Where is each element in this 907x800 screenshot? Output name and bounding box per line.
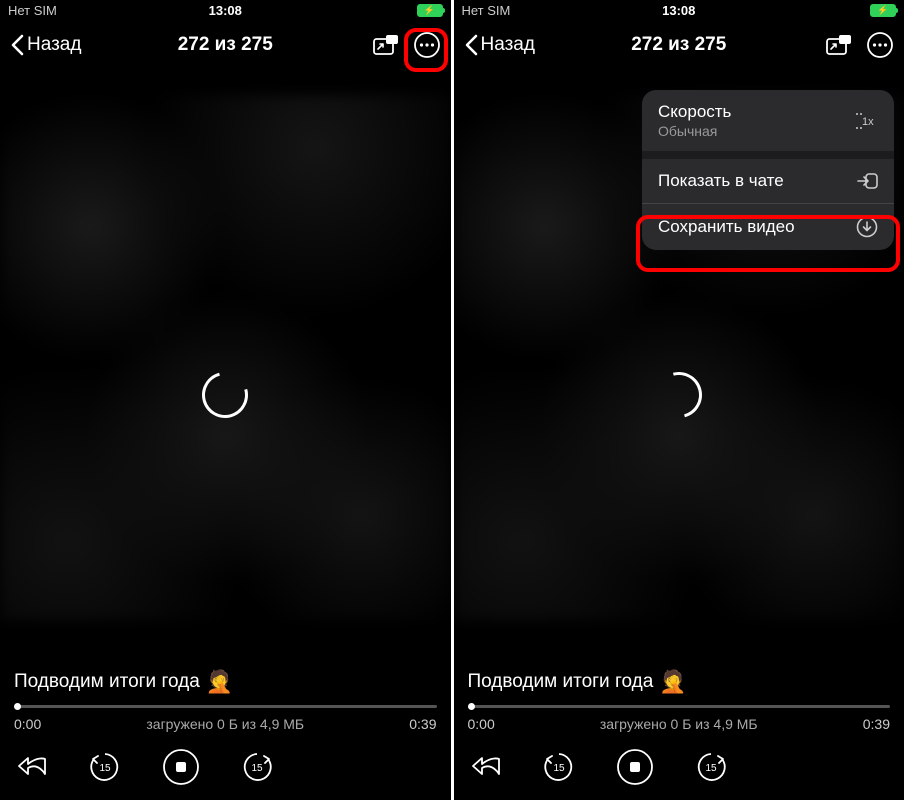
svg-text:15: 15 xyxy=(553,763,565,774)
bottom-bar: Подводим итоги года 🤦 0:00 загружено 0 Б… xyxy=(0,669,451,800)
menu-show-in-chat[interactable]: Показать в чате xyxy=(642,159,894,203)
menu-show-in-chat-label: Показать в чате xyxy=(658,171,784,191)
status-bar: Нет SIM 13:08 ⚡ xyxy=(0,0,451,20)
skip-forward-15-button[interactable]: 15 xyxy=(694,750,728,784)
page-title: 272 из 275 xyxy=(631,34,726,56)
loading-status: загружено 0 Б из 4,9 МБ xyxy=(600,716,758,732)
svg-text:15: 15 xyxy=(705,763,717,774)
share-button[interactable] xyxy=(472,754,502,780)
pip-button[interactable] xyxy=(373,34,399,56)
more-button[interactable] xyxy=(413,31,441,59)
more-button[interactable] xyxy=(866,31,894,59)
stop-button[interactable] xyxy=(616,748,654,786)
video-area[interactable] xyxy=(0,95,451,620)
svg-text:1x: 1x xyxy=(862,116,874,128)
back-button[interactable]: Назад xyxy=(10,34,81,56)
back-label: Назад xyxy=(481,34,535,56)
playback-controls: 15 15 xyxy=(14,748,437,786)
menu-speed-value: Обычная xyxy=(658,123,731,139)
nav-bar: Назад 272 из 275 xyxy=(0,20,451,70)
caption-text: Подводим итоги года xyxy=(468,671,654,693)
menu-speed-label: Скорость xyxy=(658,102,731,122)
time-total: 0:39 xyxy=(409,716,436,732)
svg-text:15: 15 xyxy=(99,763,111,774)
menu-speed[interactable]: Скорость Обычная 1x xyxy=(642,90,894,151)
seek-bar[interactable] xyxy=(14,705,437,708)
clock: 13:08 xyxy=(209,3,242,18)
video-caption: Подводим итоги года 🤦 xyxy=(468,669,891,695)
screen-right: Нет SIM 13:08 ⚡ Назад 272 из 275 Скорост xyxy=(454,0,907,800)
battery-charging-icon: ⚡ xyxy=(417,4,443,17)
share-button[interactable] xyxy=(18,754,48,780)
chevron-left-icon xyxy=(464,34,479,56)
chevron-left-icon xyxy=(10,34,25,56)
seek-bar[interactable] xyxy=(468,705,891,708)
back-button[interactable]: Назад xyxy=(464,34,535,56)
facepalm-emoji-icon: 🤦 xyxy=(659,669,686,695)
download-icon xyxy=(856,216,878,238)
time-current: 0:00 xyxy=(14,716,41,732)
status-bar: Нет SIM 13:08 ⚡ xyxy=(454,0,905,20)
skip-back-15-button[interactable]: 15 xyxy=(88,750,122,784)
screen-left: Нет SIM 13:08 ⚡ Назад 272 из 275 Подводи… xyxy=(0,0,454,800)
time-current: 0:00 xyxy=(468,716,495,732)
time-total: 0:39 xyxy=(863,716,890,732)
clock: 13:08 xyxy=(662,3,695,18)
facepalm-emoji-icon: 🤦 xyxy=(206,669,233,695)
battery-indicator: ⚡ xyxy=(417,4,443,17)
skip-back-15-button[interactable]: 15 xyxy=(542,750,576,784)
speed-1x-icon: 1x xyxy=(854,111,878,131)
loading-status: загружено 0 Б из 4,9 МБ xyxy=(146,716,304,732)
video-caption: Подводим итоги года 🤦 xyxy=(14,669,437,695)
battery-charging-icon: ⚡ xyxy=(870,4,896,17)
battery-indicator: ⚡ xyxy=(870,4,896,17)
seek-thumb[interactable] xyxy=(468,703,475,710)
stop-button[interactable] xyxy=(162,748,200,786)
go-to-chat-icon xyxy=(856,171,878,191)
svg-text:15: 15 xyxy=(251,763,263,774)
page-title: 272 из 275 xyxy=(178,34,273,56)
context-menu: Скорость Обычная 1x Показать в чате Сохр… xyxy=(642,90,894,250)
skip-forward-15-button[interactable]: 15 xyxy=(240,750,274,784)
sim-status: Нет SIM xyxy=(8,3,57,18)
time-info: 0:00 загружено 0 Б из 4,9 МБ 0:39 xyxy=(14,716,437,732)
menu-save-video[interactable]: Сохранить видео xyxy=(642,204,894,250)
sim-status: Нет SIM xyxy=(462,3,511,18)
nav-bar: Назад 272 из 275 xyxy=(454,20,905,70)
pip-button[interactable] xyxy=(826,34,852,56)
back-label: Назад xyxy=(27,34,81,56)
bottom-bar: Подводим итоги года 🤦 0:00 загружено 0 Б… xyxy=(454,669,905,800)
menu-separator xyxy=(642,151,894,159)
menu-save-video-label: Сохранить видео xyxy=(658,217,795,237)
caption-text: Подводим итоги года xyxy=(14,671,200,693)
time-info: 0:00 загружено 0 Б из 4,9 МБ 0:39 xyxy=(468,716,891,732)
seek-thumb[interactable] xyxy=(14,703,21,710)
playback-controls: 15 15 xyxy=(468,748,891,786)
